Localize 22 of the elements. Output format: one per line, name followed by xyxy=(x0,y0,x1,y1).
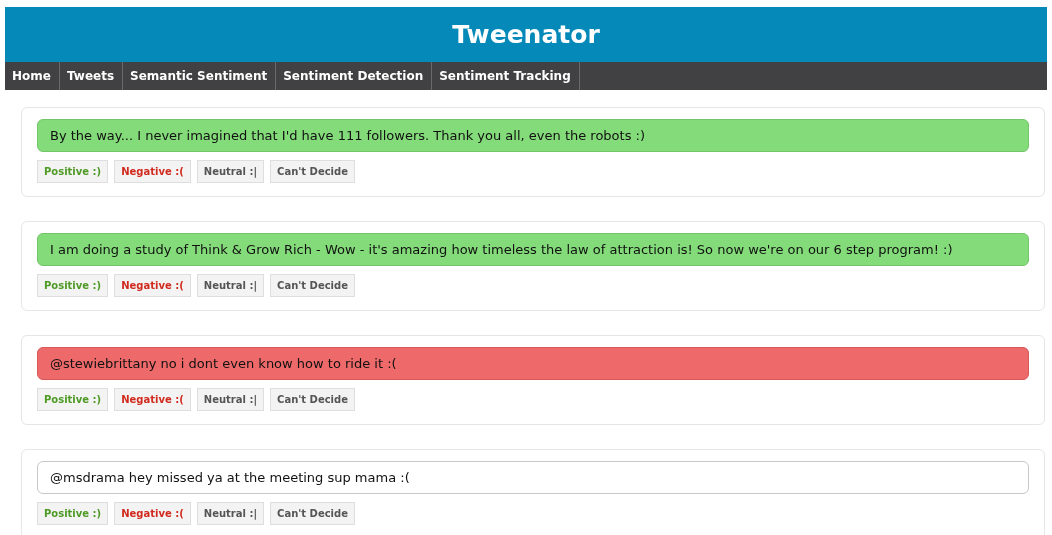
app-title: Tweenator xyxy=(452,20,600,49)
sentiment-button[interactable]: Neutral :| xyxy=(196,274,265,297)
sentiment-button[interactable]: Neutral :| xyxy=(196,388,265,411)
sentiment-button[interactable]: Negative :( xyxy=(114,502,191,525)
sentiment-button[interactable]: Neutral :| xyxy=(196,160,265,183)
nav-link[interactable]: Sentiment Detection xyxy=(276,62,433,90)
sentiment-button[interactable]: Can't Decide xyxy=(270,388,355,411)
nav-link[interactable]: Semantic Sentiment xyxy=(123,62,277,90)
sentiment-button[interactable]: Negative :( xyxy=(114,388,191,411)
tweet-text: I am doing a study of Think & Grow Rich - Wow - it's amazing how timeless the law of attraction is! So now we're on our 6 step program! :) xyxy=(37,233,1029,266)
nav-link[interactable]: Home xyxy=(5,62,60,90)
tweet-text: @msdrama hey missed ya at the meeting sup mama :( xyxy=(37,461,1029,494)
sentiment-button[interactable]: Can't Decide xyxy=(270,160,355,183)
tweet-text: By the way... I never imagined that I'd have 111 followers. Thank you all, even the robots :) xyxy=(37,119,1029,152)
sentiment-button[interactable]: Neutral :| xyxy=(196,502,265,525)
sentiment-button[interactable]: Negative :( xyxy=(114,274,191,297)
sentiment-button[interactable]: Can't Decide xyxy=(270,274,355,297)
tweet-text: @stewiebrittany no i dont even know how to ride it :( xyxy=(37,347,1029,380)
sentiment-button[interactable]: Can't Decide xyxy=(270,502,355,525)
nav-link[interactable]: Sentiment Tracking xyxy=(432,62,580,90)
nav-link[interactable]: Tweets xyxy=(59,62,124,90)
sentiment-button[interactable]: Negative :( xyxy=(114,160,191,183)
